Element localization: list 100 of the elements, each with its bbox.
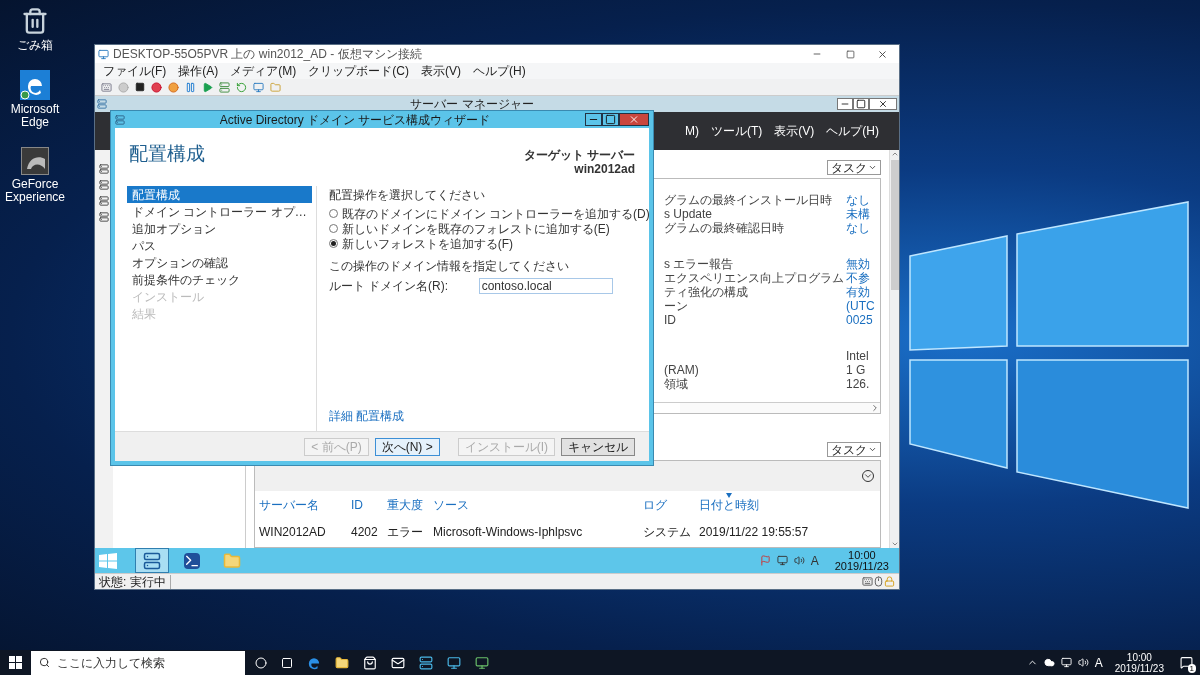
play-icon[interactable]: [202, 81, 213, 93]
horizontal-scrollbar[interactable]: [680, 403, 880, 413]
pause-icon[interactable]: [185, 81, 196, 93]
desktop-icon-label[interactable]: Microsoft Edge: [0, 103, 70, 129]
field-label: ルート ドメイン名(R):: [328, 279, 449, 293]
radio-button[interactable]: [328, 209, 338, 218]
scroll-right-icon[interactable]: [870, 403, 880, 413]
minimize-icon[interactable]: [585, 113, 602, 126]
search-icon: [39, 657, 50, 668]
column-header[interactable]: ログ: [643, 493, 667, 512]
property-value[interactable]: 0025: [846, 313, 873, 327]
mail-icon[interactable]: [391, 655, 405, 670]
radio-option[interactable]: 新しいフォレストを追加する(F): [328, 236, 650, 251]
clock-date[interactable]: 2019/11/23: [1114, 662, 1164, 674]
ime-indicator[interactable]: A: [810, 551, 819, 570]
cloud-icon[interactable]: [1043, 657, 1055, 668]
start-icon[interactable]: [99, 552, 117, 569]
table-cell: Microsoft-Windows-Iphlpsvc: [433, 525, 583, 539]
property-value[interactable]: 未構: [846, 207, 870, 221]
menu-item[interactable]: 操作(A): [178, 64, 219, 78]
wizard-step[interactable]: 追加オプション: [127, 220, 312, 237]
property-value[interactable]: 有効: [846, 285, 870, 299]
vertical-scrollbar[interactable]: [889, 150, 899, 548]
nav-icon[interactable]: [99, 180, 109, 190]
revert-icon[interactable]: [236, 81, 247, 93]
browser-icon: [20, 70, 50, 100]
radio-option[interactable]: 新しいドメインを既存のフォレストに追加する(E): [328, 221, 650, 236]
notification-icon[interactable]: [1179, 656, 1193, 669]
clock-time: 10:00: [848, 549, 876, 561]
property-label: s エラー報告: [664, 257, 734, 271]
wizard-button[interactable]: 次へ(N) >: [374, 437, 440, 456]
menu-item[interactable]: ヘルプ(H): [473, 64, 526, 78]
nav-icon[interactable]: [99, 196, 109, 206]
wizard-step[interactable]: ドメイン コントローラー オプ…: [127, 203, 312, 220]
notification-count: 1: [1187, 663, 1196, 673]
caret-icon: [868, 163, 877, 172]
property-label: ID: [664, 313, 676, 327]
maximize-icon[interactable]: [602, 113, 619, 126]
search-field[interactable]: ここに入力して検索: [31, 650, 245, 675]
wizard-button[interactable]: キャンセル: [561, 437, 635, 456]
column-header[interactable]: ID: [351, 493, 363, 512]
menu-item[interactable]: ヘルプ(H): [826, 122, 879, 140]
browser-icon[interactable]: [307, 655, 321, 670]
wizard-step[interactable]: 配置構成: [127, 186, 312, 203]
folder-icon[interactable]: [335, 655, 349, 670]
property-value[interactable]: なし: [846, 193, 870, 207]
column-header[interactable]: 日付と時刻: [699, 493, 759, 512]
store-icon[interactable]: [363, 655, 377, 670]
column-header[interactable]: ソース: [433, 493, 469, 512]
property-value[interactable]: (UTC: [846, 299, 875, 313]
wizard-step[interactable]: パス: [127, 237, 312, 254]
close-icon[interactable]: [869, 98, 897, 110]
scroll-down-icon[interactable]: [890, 540, 899, 548]
desktop-icon-label[interactable]: GeForce Experience: [0, 178, 70, 204]
nav-icon[interactable]: [99, 212, 109, 222]
desktop-icon-label[interactable]: ごみ箱: [17, 39, 53, 52]
keyboard-icon[interactable]: [101, 81, 112, 93]
menu-item[interactable]: 表示(V): [421, 64, 461, 78]
clock-time[interactable]: 10:00: [1126, 651, 1152, 663]
start-icon[interactable]: [9, 656, 22, 669]
app-icon[interactable]: [419, 655, 433, 670]
column-header[interactable]: サーバー名: [259, 493, 319, 512]
menu-item[interactable]: メディア(M): [230, 64, 297, 78]
minimize-icon[interactable]: [837, 98, 853, 110]
wizard-step[interactable]: オプションの確認: [127, 254, 312, 271]
maximize-icon[interactable]: [846, 49, 855, 59]
tasks-button[interactable]: タスク: [827, 442, 881, 457]
domain-name-field[interactable]: contoso.local: [478, 278, 613, 294]
radio-button[interactable]: [328, 224, 338, 233]
menu-item[interactable]: 表示(V): [774, 122, 815, 140]
details-link[interactable]: 詳細 配置構成: [328, 409, 650, 423]
task-view-icon[interactable]: [281, 656, 293, 669]
flag-icon[interactable]: [759, 555, 771, 566]
nav-icon[interactable]: [99, 164, 109, 174]
speaker-icon[interactable]: [1077, 657, 1089, 668]
lock-icon: [884, 576, 895, 587]
table-cell: システム: [643, 525, 691, 539]
stop-icon[interactable]: [135, 82, 145, 92]
radio-button[interactable]: [328, 239, 338, 248]
property-value[interactable]: 無効: [846, 257, 870, 271]
tasks-button[interactable]: タスク: [827, 160, 881, 175]
property-label: s Update: [664, 207, 713, 221]
property-value[interactable]: 不参: [846, 271, 870, 285]
restore-icon[interactable]: [853, 98, 869, 110]
mouse-icon: [873, 576, 884, 587]
ime-indicator[interactable]: A: [1094, 653, 1103, 672]
wizard-step[interactable]: 前提条件のチェック: [127, 271, 312, 288]
menu-item[interactable]: クリップボード(C): [308, 64, 409, 78]
close-icon[interactable]: [619, 113, 649, 126]
target-server-name: win2012ad: [574, 162, 635, 176]
menu-item[interactable]: ファイル(F): [103, 64, 167, 78]
column-header[interactable]: 重大度: [387, 493, 423, 512]
close-icon[interactable]: [877, 48, 888, 60]
menu-item[interactable]: ツール(T): [711, 122, 763, 140]
scroll-up-icon[interactable]: [890, 150, 899, 158]
taskbar-app-button[interactable]: [135, 548, 169, 573]
property-value: Intel: [846, 349, 869, 363]
status-text: 状態: 実行中: [99, 574, 171, 589]
property-value[interactable]: なし: [846, 221, 870, 235]
menu-item[interactable]: M): [685, 122, 699, 140]
